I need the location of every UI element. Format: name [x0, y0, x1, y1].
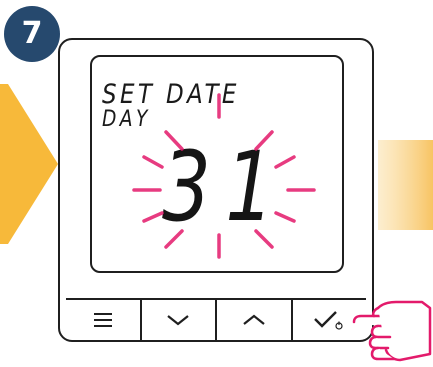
menu-button[interactable]: [66, 300, 142, 340]
step-number-badge: 7: [4, 6, 60, 62]
thermostat-device: SET DATE DAY 31: [58, 38, 374, 342]
previous-step-arrow-icon: [0, 84, 58, 244]
chevron-down-icon: [167, 315, 189, 326]
pointing-hand-icon: [352, 300, 432, 362]
checkmark-power-icon: [314, 311, 343, 330]
next-step-arrow-icon: [378, 140, 433, 230]
lcd-screen: SET DATE DAY 31: [90, 55, 344, 273]
hamburger-menu-icon: [93, 313, 112, 327]
chevron-up-icon: [243, 314, 265, 325]
down-button[interactable]: [142, 300, 217, 340]
blinking-rays-icon: [132, 93, 316, 259]
instruction-illustration: 7 SET DATE DAY 31: [0, 0, 433, 367]
up-button[interactable]: [217, 300, 293, 340]
button-bar: [66, 298, 366, 340]
